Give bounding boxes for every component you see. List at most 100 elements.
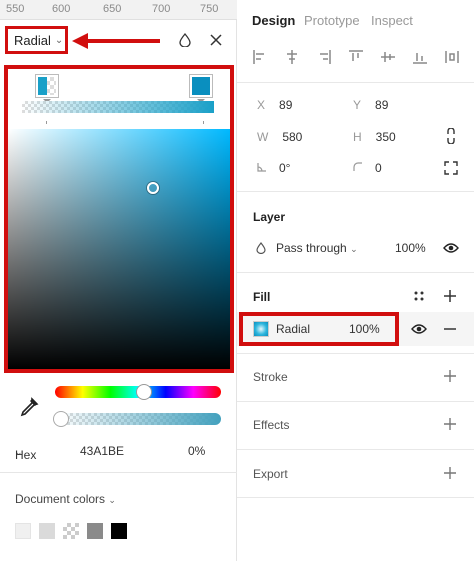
panel-tabs: Design Prototype Inspect (237, 0, 474, 40)
x-field[interactable]: X 89 (257, 98, 292, 112)
color-format-select[interactable]: Hex ⌄ (15, 444, 36, 462)
layer-section-title: Layer (253, 210, 286, 224)
align-center-vertical-icon[interactable] (380, 49, 396, 65)
picker-header: Radial ⌄ (0, 20, 237, 62)
x-label: X (257, 98, 266, 112)
opacity-slider-thumb[interactable] (54, 412, 68, 426)
color-format-label: Hex (15, 448, 37, 462)
color-picker-panel: Radial ⌄ Hex ⌄ 43A1BE 0% Document colors… (0, 20, 237, 561)
gradient-stop-start[interactable] (36, 75, 58, 97)
align-toolbar (237, 40, 474, 82)
hue-slider-thumb[interactable] (137, 385, 151, 399)
distribute-icon[interactable] (444, 49, 460, 65)
gradient-bar[interactable] (22, 101, 214, 113)
y-label: Y (353, 98, 362, 112)
properties-panel: Design Prototype Inspect X 89 Y 89 W 580 H3… (237, 0, 474, 561)
color-handle[interactable] (147, 182, 159, 194)
layer-opacity-field[interactable]: 100% (395, 241, 426, 255)
stop-mark (203, 121, 204, 124)
close-icon[interactable] (206, 30, 226, 50)
add-stroke-icon[interactable] (442, 368, 458, 384)
divider (237, 353, 474, 354)
eyedropper-icon[interactable] (18, 396, 40, 418)
add-effect-icon[interactable] (442, 416, 458, 432)
x-value: 89 (279, 98, 293, 112)
add-fill-icon[interactable] (442, 288, 458, 304)
color-swatch[interactable] (111, 523, 127, 539)
hex-row: Hex ⌄ 43A1BE 0% (0, 440, 237, 462)
divider (237, 272, 474, 273)
color-swatch[interactable] (15, 523, 31, 539)
eye-icon[interactable] (443, 240, 459, 256)
opacity-slider[interactable] (54, 412, 221, 426)
blend-mode-select[interactable]: Pass through ⌄ (276, 241, 358, 255)
stop-mark (46, 121, 47, 124)
align-left-icon[interactable] (252, 49, 268, 65)
height-field[interactable]: H 350 (353, 130, 396, 144)
export-section-title: Export (253, 467, 288, 481)
width-field[interactable]: W 580 (257, 130, 302, 144)
color-swatch[interactable] (87, 523, 103, 539)
gradient-type-select[interactable]: Radial ⌄ (5, 26, 68, 54)
eye-icon[interactable] (411, 321, 427, 337)
divider (0, 472, 237, 473)
fill-swatch[interactable] (253, 321, 269, 337)
opacity-input[interactable]: 0% (188, 444, 205, 458)
blend-drop-icon[interactable] (175, 30, 195, 50)
tab-design[interactable]: Design (252, 13, 295, 28)
align-bottom-icon[interactable] (412, 49, 428, 65)
gradient-editor (4, 65, 234, 373)
divider (237, 191, 474, 192)
divider (237, 401, 474, 402)
constrain-proportions-icon[interactable] (443, 128, 459, 144)
document-colors-label: Document colors (15, 492, 106, 506)
corner-radius-icon (353, 162, 362, 171)
stroke-section-title: Stroke (253, 370, 288, 384)
ruler-tick: 550 (6, 3, 25, 15)
divider (237, 497, 474, 498)
ruler-tick: 750 (200, 3, 219, 15)
chevron-down-icon: ⌄ (54, 34, 64, 46)
fill-section-title: Fill (253, 290, 271, 304)
height-value: 350 (375, 130, 396, 144)
hex-input[interactable]: 43A1BE (80, 444, 124, 458)
blend-drop-icon (256, 242, 266, 254)
independent-corners-icon[interactable] (443, 160, 459, 176)
fill-row[interactable]: Radial 100% (239, 312, 399, 346)
fill-type-label: Radial (276, 322, 311, 336)
color-swatch[interactable] (39, 523, 55, 539)
y-field[interactable]: Y 89 (353, 98, 388, 112)
align-center-horizontal-icon[interactable] (284, 49, 300, 65)
ruler-tick: 600 (52, 3, 71, 15)
add-export-icon[interactable] (442, 465, 458, 481)
divider (237, 82, 474, 83)
width-label: W (257, 130, 269, 144)
saturation-value-area[interactable] (8, 129, 230, 369)
ruler-tick: 650 (103, 3, 122, 15)
width-value: 580 (282, 130, 303, 144)
fill-opacity-value[interactable]: 100% (349, 322, 380, 336)
styles-grid-icon[interactable] (411, 288, 427, 304)
color-swatch[interactable] (63, 523, 79, 539)
document-colors-select[interactable]: Document colors ⌄ (15, 492, 116, 506)
chevron-down-icon: ⌄ (350, 244, 358, 254)
gradient-type-label: Radial (14, 32, 51, 48)
divider (237, 449, 474, 450)
blend-mode-label: Pass through (276, 241, 347, 255)
y-value: 89 (375, 98, 389, 112)
rotation-value: 0° (279, 161, 291, 175)
align-right-icon[interactable] (316, 49, 332, 65)
effects-section-title: Effects (253, 418, 290, 432)
corner-radius-field[interactable]: 0 (353, 161, 382, 175)
height-label: H (353, 130, 362, 144)
canvas-ruler: 550 600 650 700 750 (0, 0, 237, 20)
annotation-arrow-icon (72, 33, 160, 49)
corner-radius-value: 0 (375, 161, 382, 175)
tab-prototype[interactable]: Prototype (304, 13, 360, 28)
rotation-field[interactable]: 0° (257, 161, 290, 175)
align-top-icon[interactable] (348, 49, 364, 65)
remove-fill-icon[interactable] (442, 321, 458, 337)
gradient-stop-end[interactable] (190, 75, 212, 97)
tab-inspect[interactable]: Inspect (371, 13, 413, 28)
hue-slider[interactable] (55, 385, 221, 399)
